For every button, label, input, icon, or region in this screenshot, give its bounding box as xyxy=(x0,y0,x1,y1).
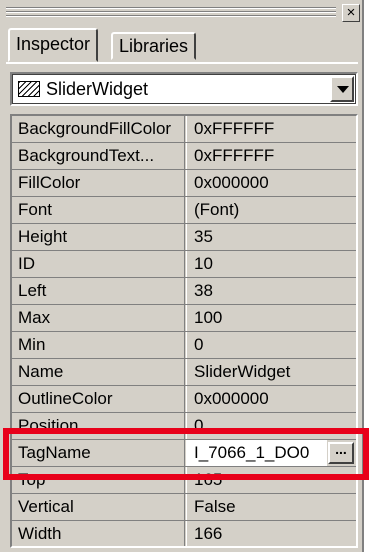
property-value[interactable]: False xyxy=(187,494,356,520)
property-name: BackgroundText... xyxy=(12,143,185,169)
property-value[interactable]: 0 xyxy=(187,332,356,358)
property-value[interactable]: 10 xyxy=(187,251,356,277)
property-row[interactable]: Max 100 xyxy=(12,305,356,332)
dropdown-button[interactable] xyxy=(330,76,354,102)
slider-widget-icon xyxy=(18,81,40,97)
browse-ellipsis-button[interactable]: ... xyxy=(328,442,354,464)
property-row[interactable]: TagName I_7066_1_DO0... xyxy=(12,440,356,467)
property-value[interactable]: 166 xyxy=(187,521,356,546)
property-name: Name xyxy=(12,359,185,385)
property-name: Height xyxy=(12,224,185,250)
property-row[interactable]: Width 166 xyxy=(12,521,356,546)
tab-divider xyxy=(6,62,358,64)
property-row[interactable]: BackgroundText... 0xFFFFFF xyxy=(12,143,356,170)
property-name: Position xyxy=(12,413,185,439)
property-value[interactable]: 0x000000 xyxy=(187,170,356,196)
property-value[interactable]: 0x000000 xyxy=(187,386,356,412)
property-name: Top xyxy=(12,467,185,493)
property-value[interactable]: 0xFFFFFF xyxy=(187,143,356,169)
object-selector-dropdown[interactable]: SliderWidget xyxy=(10,72,358,106)
close-icon: × xyxy=(346,4,356,21)
property-row[interactable]: Position 0 xyxy=(12,413,356,440)
property-name: Font xyxy=(12,197,185,223)
property-value[interactable]: 100 xyxy=(187,305,356,331)
property-name: OutlineColor xyxy=(12,386,185,412)
property-row[interactable]: Vertical False xyxy=(12,494,356,521)
inspector-panel: × Inspector Libraries SliderWidget Backg… xyxy=(0,0,369,552)
tab-inspector-label: Inspector xyxy=(16,34,91,54)
property-value[interactable]: 35 xyxy=(187,224,356,250)
drag-grip[interactable] xyxy=(6,7,336,19)
property-value-input[interactable]: I_7066_1_DO0 xyxy=(187,440,327,466)
property-row[interactable]: Top 165 xyxy=(12,467,356,494)
selected-object-label: SliderWidget xyxy=(46,79,149,99)
property-name: Min xyxy=(12,332,185,358)
property-value[interactable]: 0 xyxy=(187,413,356,439)
property-row[interactable]: Height 35 xyxy=(12,224,356,251)
property-name: Width xyxy=(12,521,185,546)
property-name: FillColor xyxy=(12,170,185,196)
property-row[interactable]: Name SliderWidget xyxy=(12,359,356,386)
panel-titlebar[interactable]: × xyxy=(6,4,360,24)
property-value[interactable]: 38 xyxy=(187,278,356,304)
property-value[interactable]: 165 xyxy=(187,467,356,493)
tab-libraries-label: Libraries xyxy=(119,36,189,56)
property-name: Left xyxy=(12,278,185,304)
property-row[interactable]: OutlineColor 0x000000 xyxy=(12,386,356,413)
property-name: Vertical xyxy=(12,494,185,520)
tab-libraries[interactable]: Libraries xyxy=(111,32,197,60)
property-row[interactable]: Min 0 xyxy=(12,332,356,359)
property-row[interactable]: FillColor 0x000000 xyxy=(12,170,356,197)
property-value[interactable]: 0xFFFFFF xyxy=(187,116,356,142)
property-name: TagName xyxy=(12,440,185,466)
property-row[interactable]: ID 10 xyxy=(12,251,356,278)
close-button[interactable]: × xyxy=(342,4,360,22)
property-name: BackgroundFillColor xyxy=(12,116,185,142)
property-row[interactable]: Font (Font) xyxy=(12,197,356,224)
tab-inspector[interactable]: Inspector xyxy=(8,28,99,62)
property-value[interactable]: (Font) xyxy=(187,197,356,223)
property-name: ID xyxy=(12,251,185,277)
property-row[interactable]: Left 38 xyxy=(12,278,356,305)
property-grid: BackgroundFillColor 0xFFFFFF BackgroundTex… xyxy=(10,114,358,548)
property-row[interactable]: BackgroundFillColor 0xFFFFFF xyxy=(12,116,356,143)
property-value[interactable]: SliderWidget xyxy=(187,359,356,385)
property-name: Max xyxy=(12,305,185,331)
chevron-down-icon xyxy=(337,86,349,93)
